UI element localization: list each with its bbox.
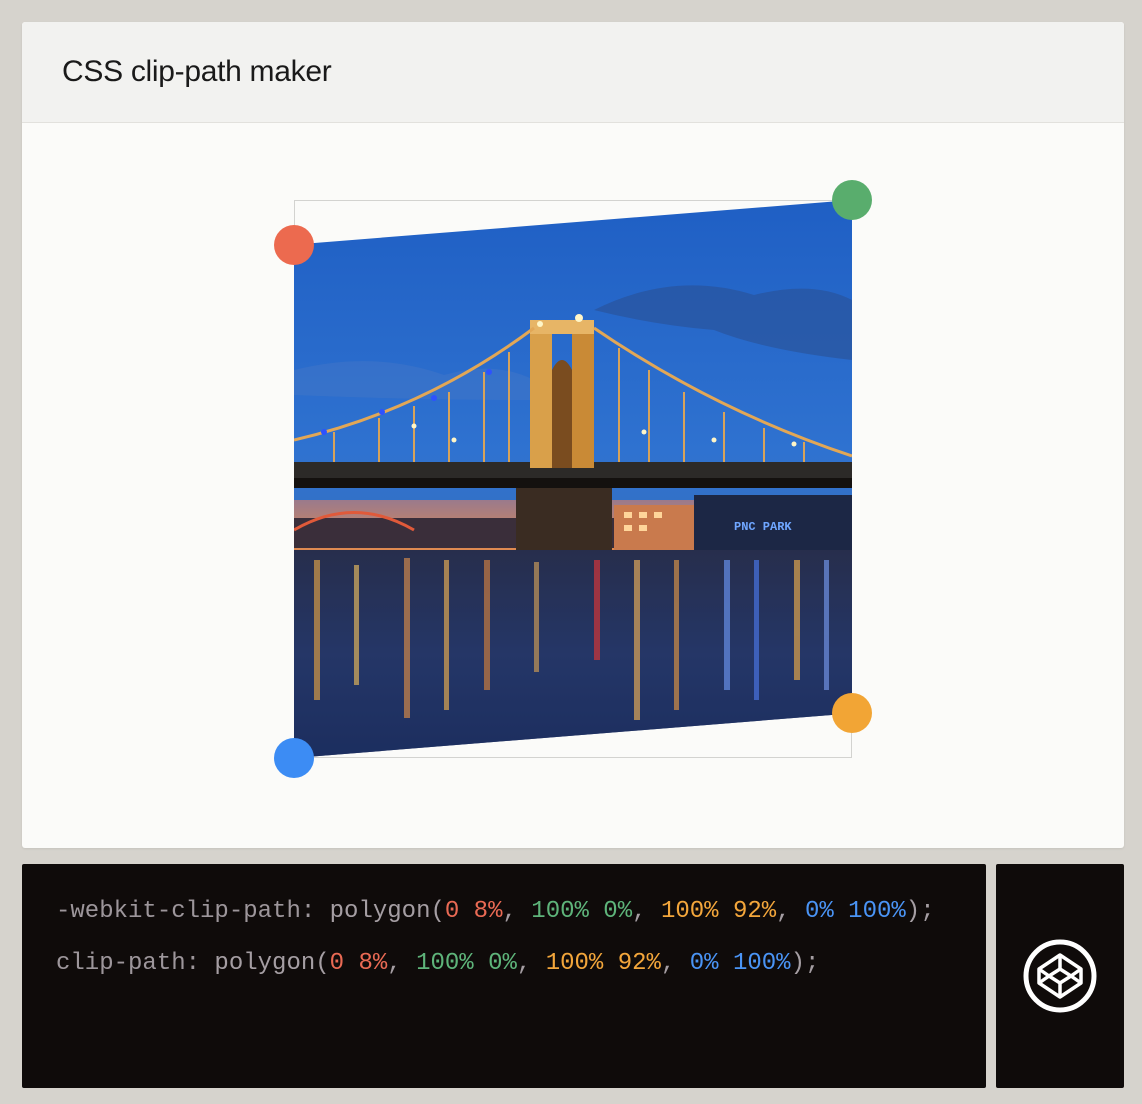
point-2: 100% 0%: [531, 898, 633, 925]
webkit-property: -webkit-clip-path:: [56, 898, 316, 925]
separator: ,: [776, 898, 805, 925]
page-title: CSS clip-path maker: [62, 55, 332, 88]
clip-path-property: clip-path:: [56, 950, 201, 977]
clip-path-editor-card: CSS clip-path maker PNC PARK: [22, 22, 1124, 848]
card-header: CSS clip-path maker: [22, 22, 1124, 123]
point-1: 0 8%: [329, 950, 388, 977]
bridge-photo: PNC PARK: [294, 200, 852, 758]
polygon-handle-top-left[interactable]: [274, 224, 314, 265]
close-paren: );: [905, 898, 935, 925]
polygon-handle-bottom-right[interactable]: [832, 693, 872, 734]
point-1: 0 8%: [444, 898, 503, 925]
codepen-icon: [1023, 939, 1097, 1013]
editor-stage: PNC PARK: [22, 124, 1124, 848]
point-4: 0% 100%: [804, 898, 906, 925]
separator: ,: [632, 898, 661, 925]
separator: ,: [387, 950, 417, 977]
clipped-image: PNC PARK: [294, 200, 852, 758]
pnc-park-sign: PNC PARK: [734, 520, 792, 534]
webkit-clip-path-code[interactable]: -webkit-clip-path: polygon(0 8%, 100% 0%…: [56, 894, 952, 930]
separator: ,: [502, 898, 532, 925]
polygon-handle-bottom-left[interactable]: [274, 738, 314, 778]
clip-path-code[interactable]: clip-path: polygon(0 8%, 100% 0%, 100% 9…: [56, 946, 952, 982]
css-output-panel[interactable]: -webkit-clip-path: polygon(0 8%, 100% 0%…: [22, 864, 986, 1088]
close-paren: );: [790, 950, 820, 977]
point-3: 100% 92%: [660, 898, 777, 925]
point-3: 100% 92%: [545, 950, 661, 977]
separator: ,: [660, 950, 690, 977]
open-in-codepen-button[interactable]: [996, 864, 1124, 1088]
point-2: 100% 0%: [416, 950, 517, 977]
polygon-function: polygon(: [315, 898, 445, 925]
point-4: 0% 100%: [689, 950, 791, 977]
polygon-function: polygon(: [200, 950, 330, 977]
polygon-handle-top-right[interactable]: [832, 180, 872, 220]
separator: ,: [516, 950, 546, 977]
